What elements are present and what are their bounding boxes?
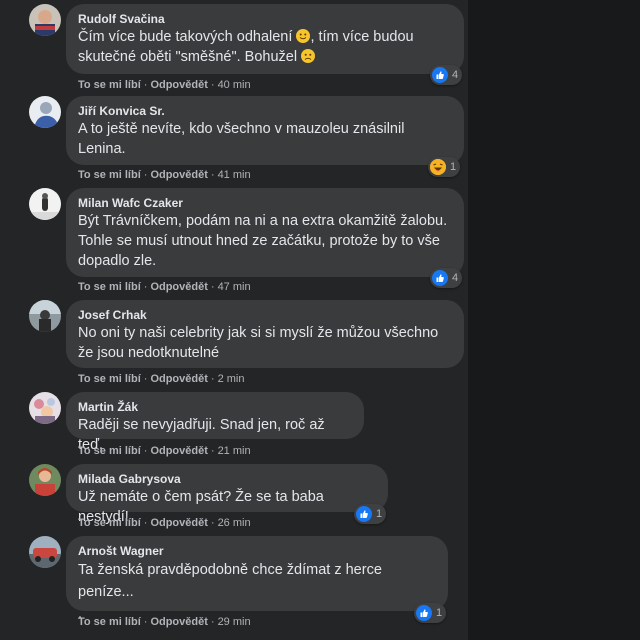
reaction-count: 1: [376, 508, 383, 520]
worried-face-emoji-icon: [301, 49, 316, 63]
comment-actions: To se mi líbí · Odpovědět · 21 min: [78, 445, 251, 457]
like-icon: [432, 270, 448, 286]
reaction-count: 4: [452, 69, 459, 81]
like-button[interactable]: To se mi líbí: [78, 79, 141, 91]
reply-button[interactable]: Odpovědět: [150, 373, 207, 385]
like-button[interactable]: To se mi líbí: [78, 445, 141, 457]
comment-author[interactable]: Arnošt Wagner: [78, 543, 436, 559]
reaction-summary[interactable]: 1: [414, 603, 447, 623]
comment-author[interactable]: Martin Žák: [78, 399, 352, 415]
comment-bubble: Milan Wafc Czaker Být Trávníčkem, podám …: [66, 188, 464, 277]
avatar[interactable]: [29, 464, 61, 496]
comment-time[interactable]: 21 min: [218, 445, 251, 457]
reaction-count: 1: [450, 161, 457, 173]
comment-bubble: Martin Žák Raději se nevyjadřuji. Snad j…: [66, 392, 364, 453]
comment-text: Čím více bude takových odhalení , tím ví…: [78, 29, 414, 65]
like-button[interactable]: To se mi líbí: [78, 281, 141, 293]
like-button[interactable]: To se mi líbí: [78, 616, 141, 628]
avatar[interactable]: [29, 536, 61, 568]
comment-actions: To se mi líbí · Odpovědět · 29 min: [78, 616, 251, 628]
like-button[interactable]: To se mi líbí: [78, 517, 141, 529]
comment-bubble: Arnošt Wagner Ta ženská pravděpodobně ch…: [66, 536, 448, 622]
reaction-summary[interactable]: 4: [430, 65, 463, 85]
reaction-count: 1: [436, 607, 443, 619]
reply-button[interactable]: Odpovědět: [150, 79, 207, 91]
reply-button[interactable]: Odpovědět: [150, 616, 207, 628]
haha-icon: [430, 159, 446, 175]
comment-time[interactable]: 40 min: [218, 79, 251, 91]
like-icon: [432, 67, 448, 83]
comment-bubble: Rudolf Svačina Čím více bude takových od…: [66, 4, 464, 74]
comment-time[interactable]: 26 min: [218, 517, 251, 529]
comment-actions: To se mi líbí · Odpovědět · 26 min: [78, 517, 251, 529]
reaction-summary[interactable]: 4: [430, 268, 463, 288]
comment-actions: To se mi líbí · Odpovědět · 40 min: [78, 79, 251, 91]
reaction-summary[interactable]: 1: [354, 504, 387, 524]
comment-time[interactable]: 2 min: [218, 373, 245, 385]
slightly-smiling-emoji-icon: [296, 29, 311, 43]
like-button[interactable]: To se mi líbí: [78, 373, 141, 385]
like-icon: [416, 605, 432, 621]
comment-bubble: Josef Crhak No oni ty naši celebrity jak…: [66, 300, 464, 368]
avatar[interactable]: [29, 4, 61, 36]
comment-time[interactable]: 47 min: [218, 281, 251, 293]
comments-panel: Rudolf Svačina Čím více bude takových od…: [0, 0, 468, 640]
like-icon: [356, 506, 372, 522]
comment-author[interactable]: Jiří Konvica Sr.: [78, 103, 452, 119]
avatar[interactable]: [29, 392, 61, 424]
comment-actions: To se mi líbí · Odpovědět · 2 min: [78, 373, 245, 385]
reaction-summary[interactable]: 1: [428, 157, 461, 177]
reply-button[interactable]: Odpovědět: [150, 445, 207, 457]
reply-button[interactable]: Odpovědět: [150, 169, 207, 181]
like-button[interactable]: To se mi líbí: [78, 169, 141, 181]
comment-time[interactable]: 29 min: [218, 616, 251, 628]
comment-author[interactable]: Rudolf Svačina: [78, 11, 452, 27]
comment-author[interactable]: Josef Crhak: [78, 307, 452, 323]
comment-text: A to ještě nevíte, kdo všechno v mauzole…: [78, 121, 405, 157]
comment-actions: To se mi líbí · Odpovědět · 41 min: [78, 169, 251, 181]
comment-author[interactable]: Milan Wafc Czaker: [78, 195, 452, 211]
comment-author[interactable]: Milada Gabrysova: [78, 471, 376, 487]
reply-button[interactable]: Odpovědět: [150, 517, 207, 529]
comment-bubble: Milada Gabrysova Už nemáte o čem psát? Ž…: [66, 464, 388, 525]
comment-text: Být Trávníčkem, podám na ni a na extra o…: [78, 213, 448, 269]
reply-button[interactable]: Odpovědět: [150, 281, 207, 293]
avatar[interactable]: [29, 188, 61, 220]
comment-actions: To se mi líbí · Odpovědět · 47 min: [78, 281, 251, 293]
comment-bubble: Jiří Konvica Sr. A to ještě nevíte, kdo …: [66, 96, 464, 165]
comment-text: No oni ty naši celebrity jak si si myslí…: [78, 325, 439, 361]
avatar[interactable]: [29, 300, 61, 332]
avatar[interactable]: [29, 96, 61, 128]
comment-time[interactable]: 41 min: [218, 169, 251, 181]
reaction-count: 4: [452, 272, 459, 284]
